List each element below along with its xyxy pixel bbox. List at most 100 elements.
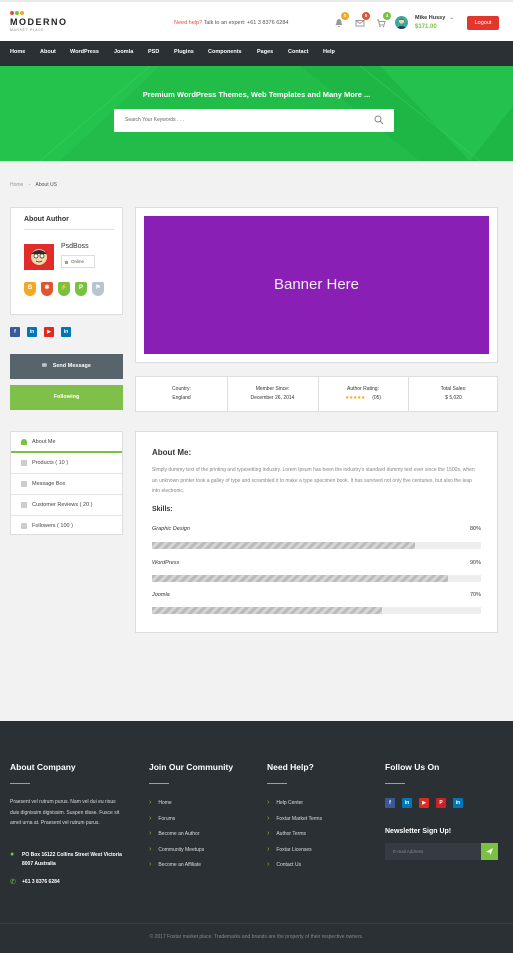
following-button[interactable]: Following [10, 385, 123, 410]
nav-item-components[interactable]: Components [208, 49, 242, 55]
menu-item-message-box[interactable]: Message Box [11, 474, 122, 495]
nav-item-joomla[interactable]: Joomla [114, 49, 133, 55]
author-name[interactable]: PsdBoss [61, 243, 89, 250]
box-icon [21, 460, 27, 466]
cart-button[interactable]: 4 [376, 12, 391, 28]
linkedin-icon[interactable]: in [27, 327, 37, 337]
facebook-icon[interactable]: f [385, 798, 395, 808]
footer-link[interactable]: Foxtar Licenses [267, 846, 311, 853]
nav-item-wordpress[interactable]: WordPress [70, 49, 99, 55]
footer-link[interactable]: Help Center [267, 799, 303, 806]
footer-link[interactable]: Community Meetups [149, 846, 204, 853]
online-status-badge: Online [61, 255, 95, 268]
youtube-icon[interactable]: ▶ [419, 798, 429, 808]
newsletter-email-input[interactable]: E-mail Address [385, 843, 498, 860]
divider [385, 783, 405, 784]
message-count-badge: 5 [362, 12, 370, 20]
send-message-label: Send Message [52, 363, 91, 369]
nav-item-pages[interactable]: Pages [257, 49, 273, 55]
breadcrumb-home[interactable]: Home [10, 182, 23, 188]
user-avatar[interactable] [395, 16, 408, 29]
nav-item-about[interactable]: About [40, 49, 56, 55]
help-text: Talk to an expert: +61 3 8376 6284 [203, 20, 289, 26]
nav-item-home[interactable]: Home [10, 49, 25, 55]
star-rating-icon: ★★★★★ [344, 395, 365, 401]
divider [24, 229, 114, 230]
search-input[interactable]: Search Your Keywords . . . [114, 109, 394, 132]
help-contact: Need help? Talk to an expert: +61 3 8376… [174, 20, 288, 26]
nav-item-help[interactable]: Help [323, 49, 335, 55]
skill-progress-fill [152, 542, 416, 549]
breadcrumb-current: About US [35, 182, 57, 188]
badge-icon: P [75, 282, 87, 296]
nav-item-psd[interactable]: PSD [148, 49, 159, 55]
nav-item-plugins[interactable]: Plugins [174, 49, 194, 55]
menu-item-about-me[interactable]: About Me [11, 432, 122, 453]
author-stats: Country: England Member Since: December 26… [135, 376, 498, 412]
logout-button[interactable]: Logout [467, 16, 499, 30]
main-nav: Home About WordPress Joomla PSD Plugins … [0, 41, 513, 66]
help-label: Need help? [174, 20, 203, 26]
badge-icon: ⚡ [58, 282, 70, 296]
site-footer: About Company Praesent vel rutrum purus.… [0, 721, 513, 953]
footer-link[interactable]: Home [149, 799, 171, 806]
breadcrumb-separator: - [28, 182, 31, 188]
banner-card: Banner Here [135, 207, 498, 363]
hero-banner: Premium WordPress Themes, Web Templates … [0, 66, 513, 161]
linkedin-icon[interactable]: in [453, 798, 463, 808]
footer-community-heading: Join Our Community [149, 762, 234, 772]
menu-item-label: Followers ( 100 ) [32, 523, 73, 529]
pinterest-icon[interactable]: P [436, 798, 446, 808]
badge-glyph: ✱ [44, 285, 50, 291]
notification-count-badge: 0 [341, 12, 349, 20]
badge-icon: B [24, 282, 36, 296]
youtube-icon[interactable]: ▶ [44, 327, 54, 337]
footer-link[interactable]: Become an Affiliate [149, 861, 201, 868]
search-icon[interactable] [374, 115, 384, 125]
profile-side-menu: About Me Products ( 10 ) Message Box Cus… [10, 431, 123, 535]
skill-progress-bar [152, 542, 481, 549]
brand-logo[interactable]: MODERNO [10, 17, 68, 27]
brand-tagline: MARKET PLACE [10, 28, 45, 32]
user-balance: $171.00 [415, 24, 437, 30]
footer-link[interactable]: Contact Us [267, 861, 301, 868]
badge-icon: ✱ [41, 282, 53, 296]
comment-icon [21, 502, 27, 508]
author-avatar[interactable] [24, 244, 54, 270]
footer-link[interactable]: Foxtar Market Terms [267, 815, 322, 822]
user-name[interactable]: Mike Hussy [415, 15, 445, 21]
send-message-button[interactable]: ✉ Send Message [10, 354, 123, 379]
notifications-button[interactable]: 0 [334, 12, 349, 28]
menu-item-label: About Me [32, 439, 56, 445]
chevron-down-icon[interactable]: ⌄ [449, 14, 454, 21]
linkedin-icon[interactable]: in [402, 798, 412, 808]
badge-icon: ⚑ [92, 282, 104, 296]
skill-progress-bar [152, 607, 481, 614]
users-icon [21, 523, 27, 529]
menu-item-customer-reviews[interactable]: Customer Reviews ( 20 ) [11, 495, 122, 516]
badge-glyph: ⚡ [60, 285, 68, 291]
author-heading: About Author [24, 216, 69, 223]
facebook-icon[interactable]: f [10, 327, 20, 337]
messages-button[interactable]: 5 [355, 12, 370, 28]
footer-about-text: Praesent vel rutrum purus. Nam vel dui e… [10, 799, 120, 826]
ad-banner[interactable]: Banner Here [144, 216, 489, 354]
stat-label: Author Rating: [347, 386, 379, 392]
menu-item-followers[interactable]: Followers ( 100 ) [11, 516, 122, 537]
footer-link[interactable]: Become an Author [149, 830, 199, 837]
email-placeholder: E-mail Address [393, 849, 424, 854]
linkedin-icon[interactable]: in [61, 327, 71, 337]
user-icon [21, 439, 27, 445]
newsletter-submit-button[interactable] [481, 843, 498, 860]
skill-percent: 70% [469, 592, 481, 598]
stat-member-since: Member Since: December 26, 2014 [227, 377, 318, 411]
envelope-icon [21, 481, 27, 487]
newsletter-heading: Newsletter Sign Up! [385, 828, 452, 835]
stat-label: Member Since: [255, 386, 290, 392]
stat-value: (05) [372, 395, 382, 401]
menu-item-products[interactable]: Products ( 10 ) [11, 453, 122, 474]
footer-link[interactable]: Forums [149, 815, 175, 822]
footer-link[interactable]: Author Terms [267, 830, 306, 837]
nav-item-contact[interactable]: Contact [288, 49, 308, 55]
send-icon [486, 848, 493, 855]
